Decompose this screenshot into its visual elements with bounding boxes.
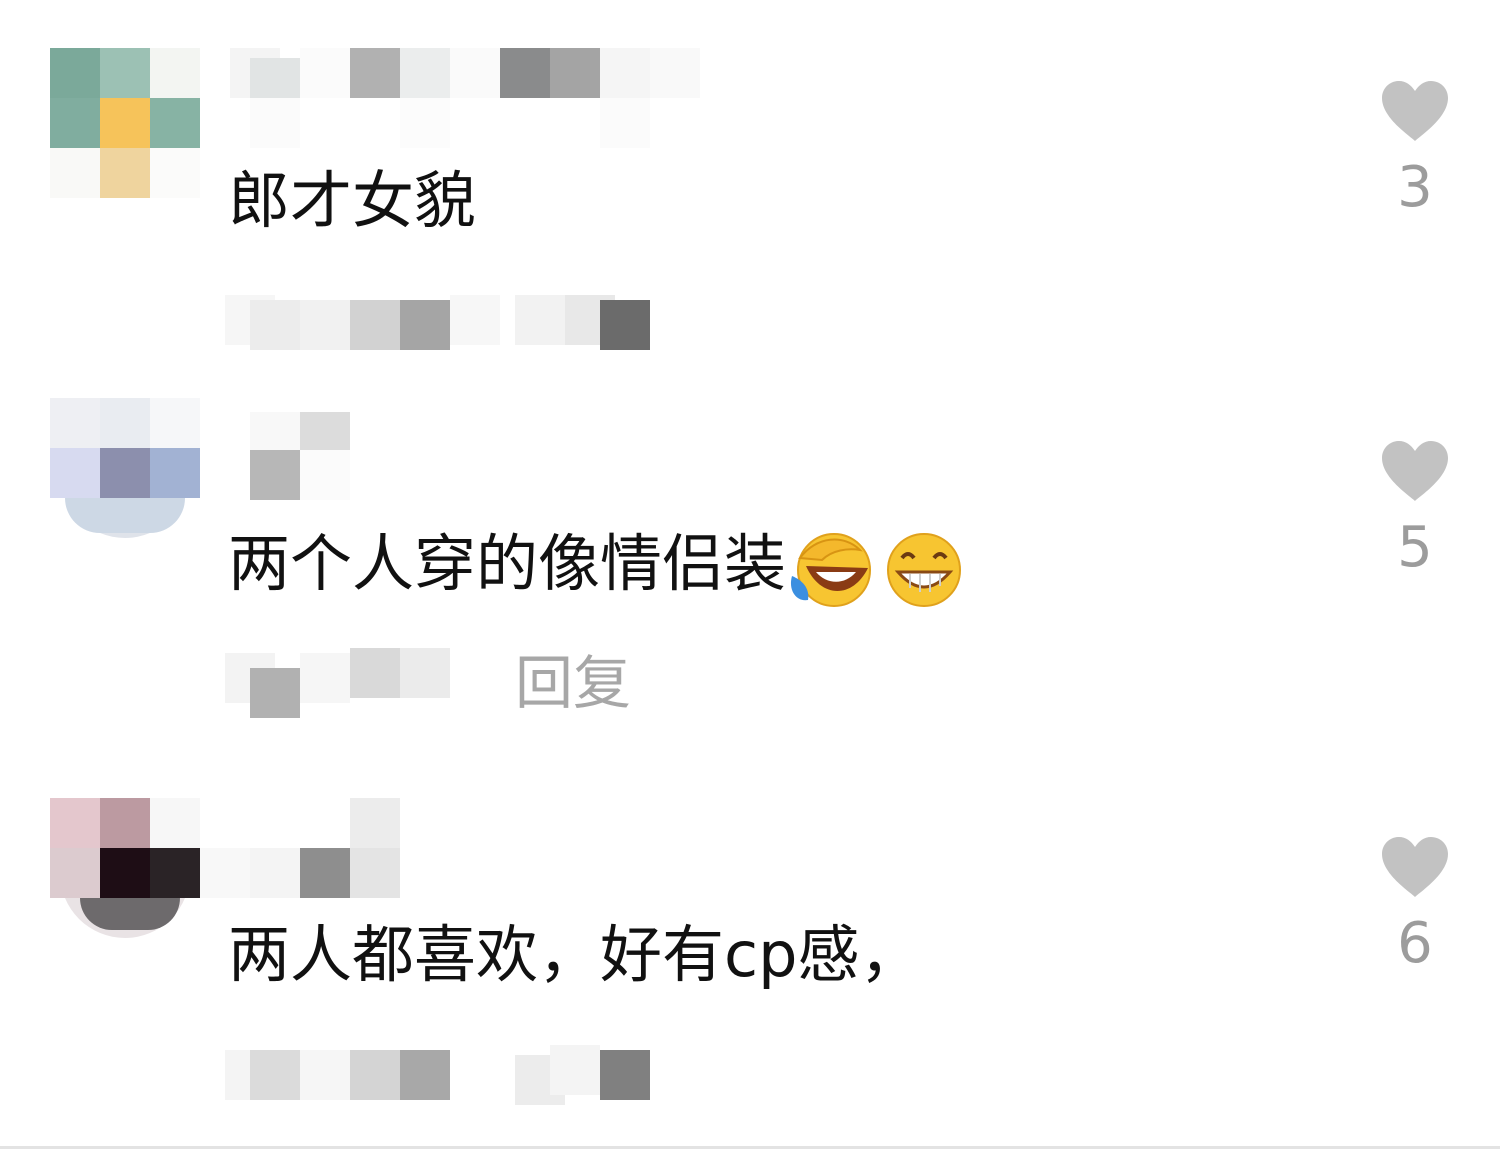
comment-meta-blurred [225,290,675,360]
comment-text: 郎才女貌 [228,164,477,237]
avatar[interactable] [50,398,200,548]
like-count: 3 [1397,155,1433,220]
heart-icon [1382,441,1448,501]
comment-meta-blurred [225,1045,675,1115]
like-button[interactable]: 3 [1378,80,1452,216]
username-blurred[interactable] [230,48,790,148]
avatar[interactable] [50,48,200,198]
reply-button[interactable]: 回复 [515,654,631,712]
laugh-cry-emoji [790,533,872,607]
like-button[interactable]: 5 [1378,440,1452,576]
grin-emoji [887,533,962,607]
comment-text-body: 两个人穿的像情侣装 [228,527,787,601]
heart-icon [1382,81,1448,141]
like-count: 5 [1397,515,1433,580]
like-button[interactable]: 6 [1378,836,1452,972]
like-count: 6 [1397,911,1433,976]
avatar[interactable] [50,798,200,948]
comment-meta: 回复 [225,648,675,718]
comment-text: 两人都喜欢，好有cp感， [228,918,922,991]
username-blurred[interactable] [200,798,790,898]
heart-icon [1382,837,1448,897]
comment-text: 两个人穿的像情侣装 [228,528,970,608]
username-blurred[interactable] [230,412,790,502]
